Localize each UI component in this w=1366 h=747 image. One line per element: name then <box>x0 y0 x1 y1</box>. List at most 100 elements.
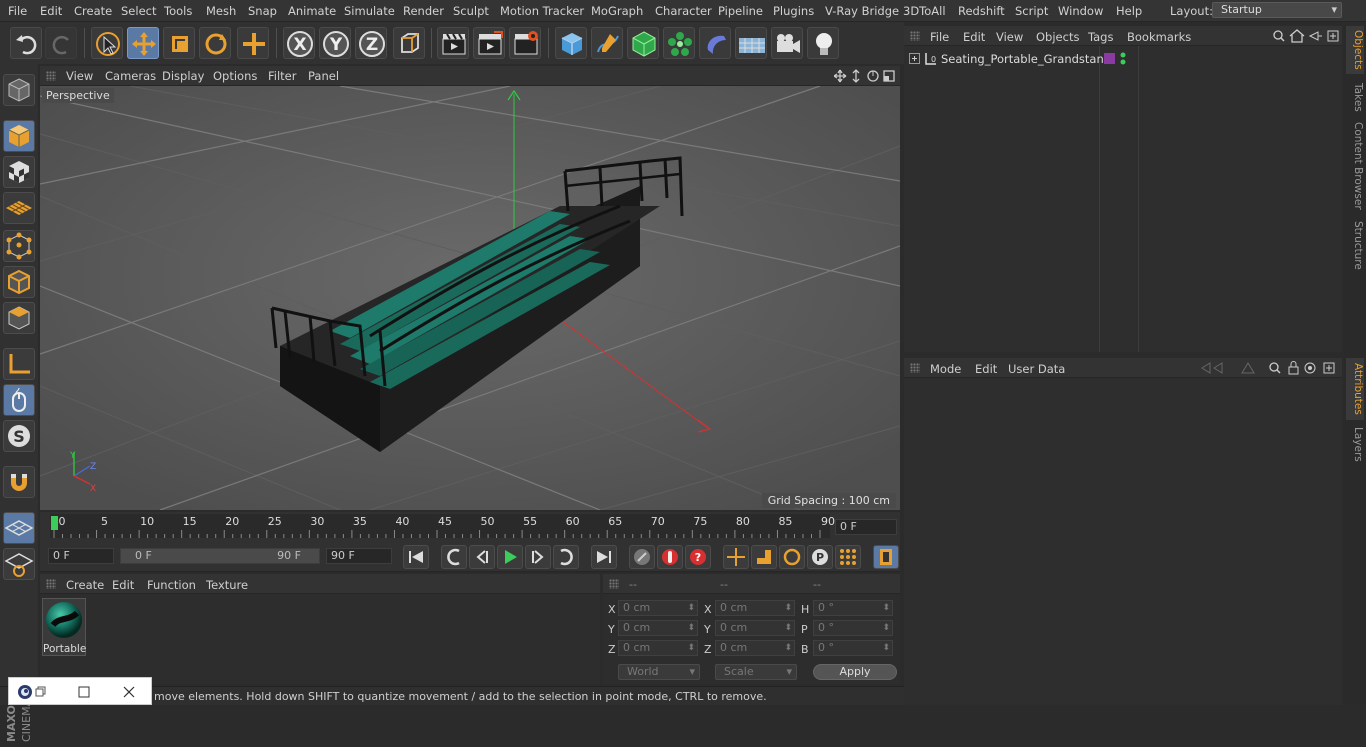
viewport-menu-view[interactable]: View <box>66 69 93 83</box>
workplane-lock-button[interactable] <box>3 512 35 544</box>
tab-attributes[interactable]: Attributes <box>1346 358 1364 420</box>
attributes-menu-mode[interactable]: Mode <box>930 362 961 376</box>
start-frame-field[interactable]: 0 F <box>48 548 114 564</box>
edges-mode-button[interactable] <box>3 266 35 298</box>
objects-menu-view[interactable]: View <box>996 30 1023 44</box>
add-light-button[interactable] <box>807 27 839 59</box>
attributes-menu-edit[interactable]: Edit <box>975 362 997 376</box>
objects-menu-objects[interactable]: Objects <box>1036 30 1079 44</box>
menu-script[interactable]: Script <box>1015 4 1048 18</box>
timeline-window-button[interactable] <box>873 545 899 569</box>
size-x-field[interactable]: 0 cm <box>715 600 795 616</box>
viewport-menu-panel[interactable]: Panel <box>308 69 339 83</box>
menu-plugins[interactable]: Plugins <box>773 4 814 18</box>
live-selection-button[interactable] <box>91 27 123 59</box>
menu-select[interactable]: Select <box>121 4 156 18</box>
menu-3dtoall[interactable]: 3DToAll <box>903 4 946 18</box>
locked-workplane-button[interactable] <box>3 548 35 580</box>
previous-key-button[interactable] <box>441 545 467 569</box>
undo-button[interactable] <box>10 27 42 59</box>
add-cloner-button[interactable] <box>663 27 695 59</box>
position-x-field[interactable]: 0 cm <box>618 600 698 616</box>
visibility-dots-icon[interactable] <box>1119 51 1127 66</box>
menu-animate[interactable]: Animate <box>288 4 336 18</box>
restore-icon[interactable] <box>35 686 47 698</box>
apply-button[interactable]: Apply <box>813 664 897 680</box>
render-to-picture-viewer-button[interactable] <box>473 27 505 59</box>
workplane-mode-button[interactable] <box>3 192 35 224</box>
last-tool-button[interactable] <box>237 27 269 59</box>
key-scale-button[interactable] <box>751 545 777 569</box>
viewport-menu-display[interactable]: Display <box>162 69 204 83</box>
position-z-field[interactable]: 0 cm <box>618 640 698 656</box>
menu-file[interactable]: File <box>8 4 27 18</box>
tab-structure[interactable]: Structure <box>1346 218 1364 272</box>
material-menu-create[interactable]: Create <box>66 578 104 592</box>
menu-pipeline[interactable]: Pipeline <box>718 4 763 18</box>
menu-motion-tracker[interactable]: Motion Tracker <box>500 4 584 18</box>
material-swatch[interactable]: Portable <box>42 598 86 656</box>
rotation-b-field[interactable]: 0 ° <box>813 640 893 656</box>
make-editable-button[interactable] <box>3 74 35 106</box>
next-frame-button[interactable] <box>525 545 551 569</box>
objects-menu-bookmarks[interactable]: Bookmarks <box>1127 30 1191 44</box>
preview-range-slider[interactable]: 0 F 90 F <box>120 548 320 564</box>
menu-character[interactable]: Character <box>655 4 712 18</box>
menu-tools[interactable]: Tools <box>164 4 192 18</box>
menu-edit[interactable]: Edit <box>40 4 62 18</box>
tweak-mode-button[interactable] <box>3 384 35 416</box>
size-mode-dropdown[interactable]: Scale <box>715 664 797 680</box>
add-camera-button[interactable] <box>771 27 803 59</box>
menu-mograph[interactable]: MoGraph <box>591 4 643 18</box>
redo-button[interactable] <box>45 27 77 59</box>
coordinate-system-button[interactable] <box>393 27 425 59</box>
playhead-marker[interactable] <box>51 516 58 530</box>
move-tool-button[interactable] <box>127 27 159 59</box>
render-view-button[interactable] <box>437 27 469 59</box>
end-frame-field[interactable]: 90 F <box>326 548 392 564</box>
rotation-h-field[interactable]: 0 ° <box>813 600 893 616</box>
objects-menu-tags[interactable]: Tags <box>1088 30 1113 44</box>
menu-mesh[interactable]: Mesh <box>206 4 236 18</box>
material-menu-edit[interactable]: Edit <box>112 578 134 592</box>
tab-content-browser[interactable]: Content Browser <box>1346 120 1364 212</box>
object-name[interactable]: Seating_Portable_Grandstand <box>941 52 1111 66</box>
axis-mode-button[interactable] <box>3 348 35 380</box>
add-floor-button[interactable] <box>735 27 767 59</box>
render-settings-button[interactable] <box>509 27 541 59</box>
add-spline-pen-button[interactable] <box>591 27 623 59</box>
tab-objects[interactable]: Objects <box>1346 26 1364 74</box>
go-to-end-button[interactable] <box>591 545 617 569</box>
perspective-viewport[interactable]: Y Z X Perspective Grid Spacing : 100 cm <box>40 86 900 510</box>
key-position-button[interactable] <box>723 545 749 569</box>
object-manager-tools[interactable] <box>1272 29 1340 43</box>
maximize-icon[interactable] <box>77 685 91 699</box>
record-keys-button[interactable] <box>629 545 655 569</box>
layer-color-swatch[interactable] <box>1104 53 1115 64</box>
timeline-ruler[interactable]: 0 5 10 15 20 25 30 35 40 45 50 55 60 65 70 75 80 85 90 0 F <box>40 512 900 542</box>
menu-redshift[interactable]: Redshift <box>958 4 1005 18</box>
close-icon[interactable] <box>122 685 136 699</box>
menu-help[interactable]: Help <box>1116 4 1142 18</box>
rotation-p-field[interactable]: 0 ° <box>813 620 893 636</box>
objects-menu-file[interactable]: File <box>930 30 949 44</box>
attributes-menu-user-data[interactable]: User Data <box>1008 362 1065 376</box>
polygons-mode-button[interactable] <box>3 302 35 334</box>
next-key-button[interactable] <box>553 545 579 569</box>
material-menu-function[interactable]: Function <box>147 578 196 592</box>
menu-simulate[interactable]: Simulate <box>344 4 395 18</box>
size-y-field[interactable]: 0 cm <box>715 620 795 636</box>
viewport-nav-icons[interactable] <box>834 68 898 84</box>
coordinate-space-dropdown[interactable]: World <box>618 664 700 680</box>
menu-window[interactable]: Window <box>1058 4 1103 18</box>
add-deformer-button[interactable] <box>699 27 731 59</box>
viewport-menu-filter[interactable]: Filter <box>268 69 296 83</box>
play-button[interactable] <box>497 545 523 569</box>
object-row[interactable]: 0 Seating_Portable_Grandstand <box>904 50 1342 68</box>
menu-create[interactable]: Create <box>74 4 112 18</box>
menu-snap[interactable]: Snap <box>248 4 277 18</box>
position-y-field[interactable]: 0 cm <box>618 620 698 636</box>
layout-dropdown[interactable]: Startup <box>1212 2 1342 18</box>
viewport-menu-options[interactable]: Options <box>213 69 257 83</box>
add-cube-button[interactable] <box>555 27 587 59</box>
